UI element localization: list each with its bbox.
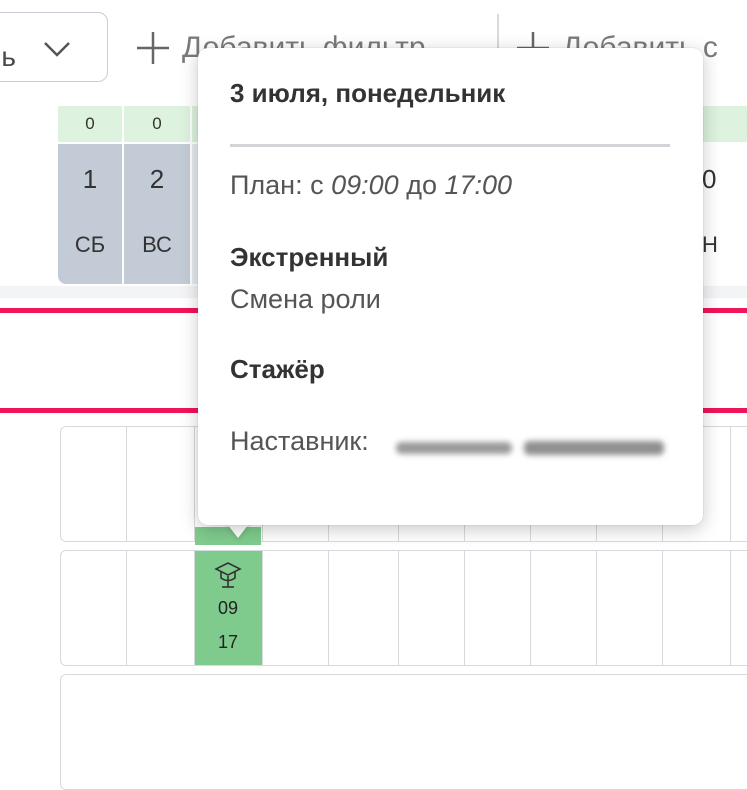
schedule-row [60,674,747,790]
plan-from: 09:00 [331,170,399,200]
view-select[interactable]: ль [0,12,108,82]
day-count: 0 [124,106,190,142]
view-select-value: ль [0,41,16,72]
chevron-down-icon [44,42,70,57]
day-of-week: СБ [74,232,106,257]
tooltip-divider [230,144,670,147]
plus-icon [137,32,169,64]
mentor-name-redacted [396,441,664,455]
day-of-week: ВС [142,232,172,257]
tooltip-date: 3 июля, понедельник [230,78,506,108]
shift-type-title: Экстренный [230,242,389,272]
day-header-right[interactable]: 0 Н [698,144,747,284]
day-header-sun[interactable]: 2 ВС [124,144,190,284]
shift-end-time: 17 [217,632,239,652]
schedule-row [60,550,747,666]
plan-mid: до [406,170,437,200]
shift-start-time: 09 [217,598,239,618]
shift-type-subtitle: Смена роли [230,284,381,314]
day-number: 1 [82,164,98,194]
shift-tooltip: 3 июля, понедельник План: с 09:00 до 17:… [198,48,703,525]
mentor-label: Наставник: [230,426,369,456]
tooltip-plan: План: с 09:00 до 17:00 [230,170,512,201]
trainee-icon [214,562,242,588]
day-header-sat[interactable]: 1 СБ [58,144,122,284]
day-count: 0 [58,106,122,142]
role-title: Стажёр [230,354,325,384]
day-number-partial: 0 [702,164,717,194]
plan-prefix: План: с [230,170,324,200]
day-count-partial [698,106,747,142]
day-of-week-partial: Н [702,232,718,257]
day-number: 2 [149,164,165,194]
plan-to: 17:00 [444,170,513,200]
